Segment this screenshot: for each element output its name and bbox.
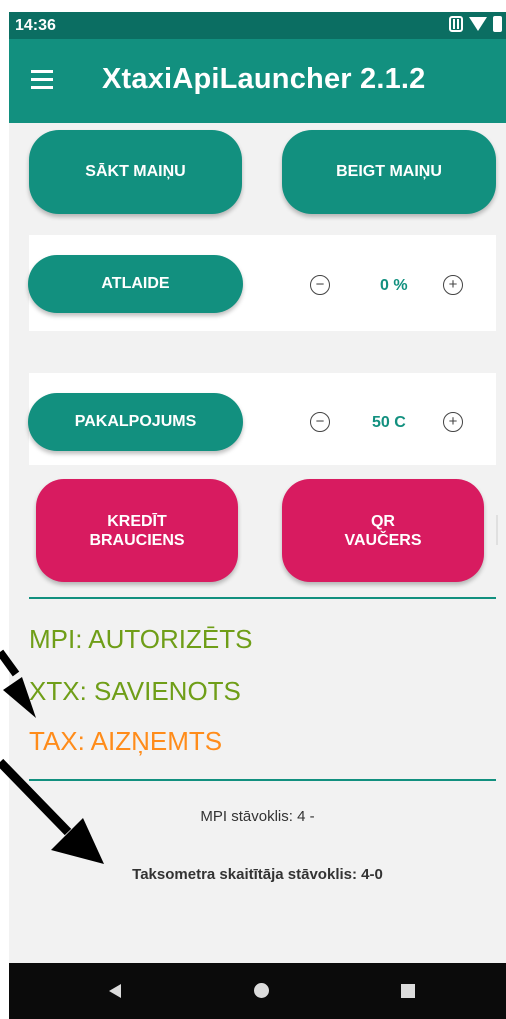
annotation-arrow-upper — [0, 649, 36, 718]
annotation-arrow-lower — [0, 758, 104, 864]
screenshot-frame: 14:36 XtaxiApiLauncher 2.1.2 SĀKT MAIŅU … — [0, 0, 506, 1019]
annotation-arrows — [0, 649, 104, 864]
